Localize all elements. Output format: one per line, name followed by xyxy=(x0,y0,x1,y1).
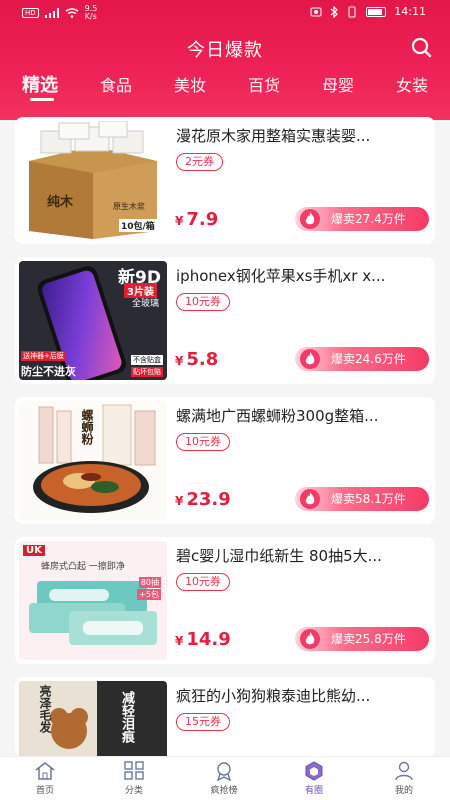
product-image-phone-glass: 新9D 3片装 全玻璃 送神器+后膜 防尘不进灰 不含贴盒 贴坏包赔 xyxy=(19,261,167,380)
flame-icon xyxy=(300,629,320,649)
status-time: 14:11 xyxy=(394,5,426,18)
thumb-label: 80抽 xyxy=(138,577,161,588)
thumb-label: 贴坏包赔 xyxy=(131,367,163,377)
thumb-label: 10包/箱 xyxy=(119,219,157,232)
thumb-label: 不含贴盒 xyxy=(131,355,163,365)
tabbar-category[interactable]: 分类 xyxy=(104,761,164,796)
coupon-badge: 10元券 xyxy=(176,293,230,311)
network-speed: 9.5 K/s xyxy=(84,4,98,21)
flame-icon xyxy=(300,349,320,369)
product-image-luosifen: 螺蛳粉 xyxy=(19,401,167,520)
search-icon[interactable] xyxy=(410,36,432,58)
tab-beauty[interactable]: 美妆 xyxy=(174,72,206,96)
product-card[interactable]: 新9D 3片装 全玻璃 送神器+后膜 防尘不进灰 不含贴盒 贴坏包赔 iphon… xyxy=(15,257,435,384)
status-bar: HD 9.5 K/s 14:11 xyxy=(0,0,450,24)
coupon-badge: 10元券 xyxy=(176,573,230,591)
product-title: 漫花原木家用整箱实惠装婴... xyxy=(176,127,371,145)
home-icon xyxy=(35,762,55,780)
grid-icon xyxy=(124,761,144,780)
tabbar-circle[interactable]: 有圈 xyxy=(284,761,344,796)
user-icon xyxy=(395,761,413,781)
product-card[interactable]: 亮泽毛发 减轻泪痕 疯狂的小狗狗粮泰迪比熊幼... 15元券 xyxy=(15,677,435,757)
thumb-label: 纯木 xyxy=(47,195,74,210)
product-card[interactable]: 纯木 原生木浆 10包/箱 漫花原木家用整箱实惠装婴... 2元券 ¥7.9 爆… xyxy=(15,117,435,244)
signal-icon xyxy=(44,8,59,18)
product-image-dog-food: 亮泽毛发 减轻泪痕 xyxy=(19,681,167,757)
tab-womens-wear[interactable]: 女装 xyxy=(396,72,428,96)
sales-badge: 爆卖24.6万件 xyxy=(295,347,429,371)
thumb-label: 全玻璃 xyxy=(131,299,159,309)
coupon-badge: 2元券 xyxy=(176,153,223,171)
coupon-badge: 15元券 xyxy=(176,713,230,731)
product-price: ¥5.8 xyxy=(175,349,219,370)
thumb-label: 防尘不进灰 xyxy=(21,365,76,378)
product-title: 螺满地广西螺蛳粉300g整箱... xyxy=(176,407,379,425)
tabbar-home[interactable]: 首页 xyxy=(15,761,75,796)
sales-badge: 爆卖25.8万件 xyxy=(295,627,429,651)
wifi-icon xyxy=(65,8,79,18)
tab-food[interactable]: 食品 xyxy=(100,72,132,96)
sales-badge: 爆卖27.4万件 xyxy=(295,207,429,231)
sim-indicator: HD xyxy=(22,8,39,18)
thumb-label: 减轻泪痕 xyxy=(119,691,134,743)
product-price: ¥23.9 xyxy=(175,489,231,510)
tabbar-ranking[interactable]: 疯抢榜 xyxy=(194,761,254,796)
product-title: 疯狂的小狗狗粮泰迪比熊幼... xyxy=(176,687,371,705)
tab-general-goods[interactable]: 百货 xyxy=(248,72,280,96)
thumb-label: 送神器+后膜 xyxy=(21,351,66,361)
product-image-wipes: UK 蜂房式凸起 一擦即净 80抽 +5包 xyxy=(19,541,167,660)
thumb-label: 蜂房式凸起 一擦即净 xyxy=(41,562,125,572)
hexagon-icon xyxy=(305,761,323,781)
flame-icon xyxy=(300,209,320,229)
alarm-icon xyxy=(310,7,322,16)
tab-mother-baby[interactable]: 母婴 xyxy=(322,72,354,96)
bottom-tab-bar: 首页 分类 疯抢榜 有圈 我的 xyxy=(0,756,450,800)
tabbar-mine[interactable]: 我的 xyxy=(374,761,434,796)
thumb-label: 螺蛳粉 xyxy=(80,409,94,445)
sales-badge: 爆卖58.1万件 xyxy=(295,487,429,511)
product-card[interactable]: UK 蜂房式凸起 一擦即净 80抽 +5包 碧c婴儿湿巾纸新生 80抽5大...… xyxy=(15,537,435,664)
product-image-tissue-box: 纯木 原生木浆 10包/箱 xyxy=(19,121,167,240)
vibrate-icon xyxy=(348,6,356,17)
tab-jingxuan[interactable]: 精选 xyxy=(22,71,58,97)
thumb-label: 亮泽毛发 xyxy=(38,685,52,733)
battery-icon xyxy=(366,6,387,17)
product-title: iphonex钢化苹果xs手机xr x... xyxy=(176,267,386,285)
thumb-label: 原生木浆 xyxy=(113,202,145,211)
page-title: 今日爆款 xyxy=(187,40,263,61)
flame-icon xyxy=(300,489,320,509)
thumb-label: +5包 xyxy=(137,589,161,600)
product-price: ¥14.9 xyxy=(175,629,231,650)
coupon-badge: 10元券 xyxy=(176,433,230,451)
product-card[interactable]: 螺蛳粉 螺满地广西螺蛳粉300g整箱... 10元券 ¥23.9 爆卖58.1万… xyxy=(15,397,435,524)
header-bar: HD 9.5 K/s 14:11 今日爆款 精选 食品 美妆 百货 母婴 女装 xyxy=(0,0,450,120)
medal-icon xyxy=(216,762,232,781)
thumb-label: UK xyxy=(23,545,45,556)
bluetooth-icon xyxy=(330,5,339,18)
category-tabs: 精选 食品 美妆 百货 母婴 女装 xyxy=(0,72,450,108)
product-title: 碧c婴儿湿巾纸新生 80抽5大... xyxy=(176,547,382,565)
product-price: ¥7.9 xyxy=(175,209,219,230)
tab-indicator xyxy=(30,98,54,101)
